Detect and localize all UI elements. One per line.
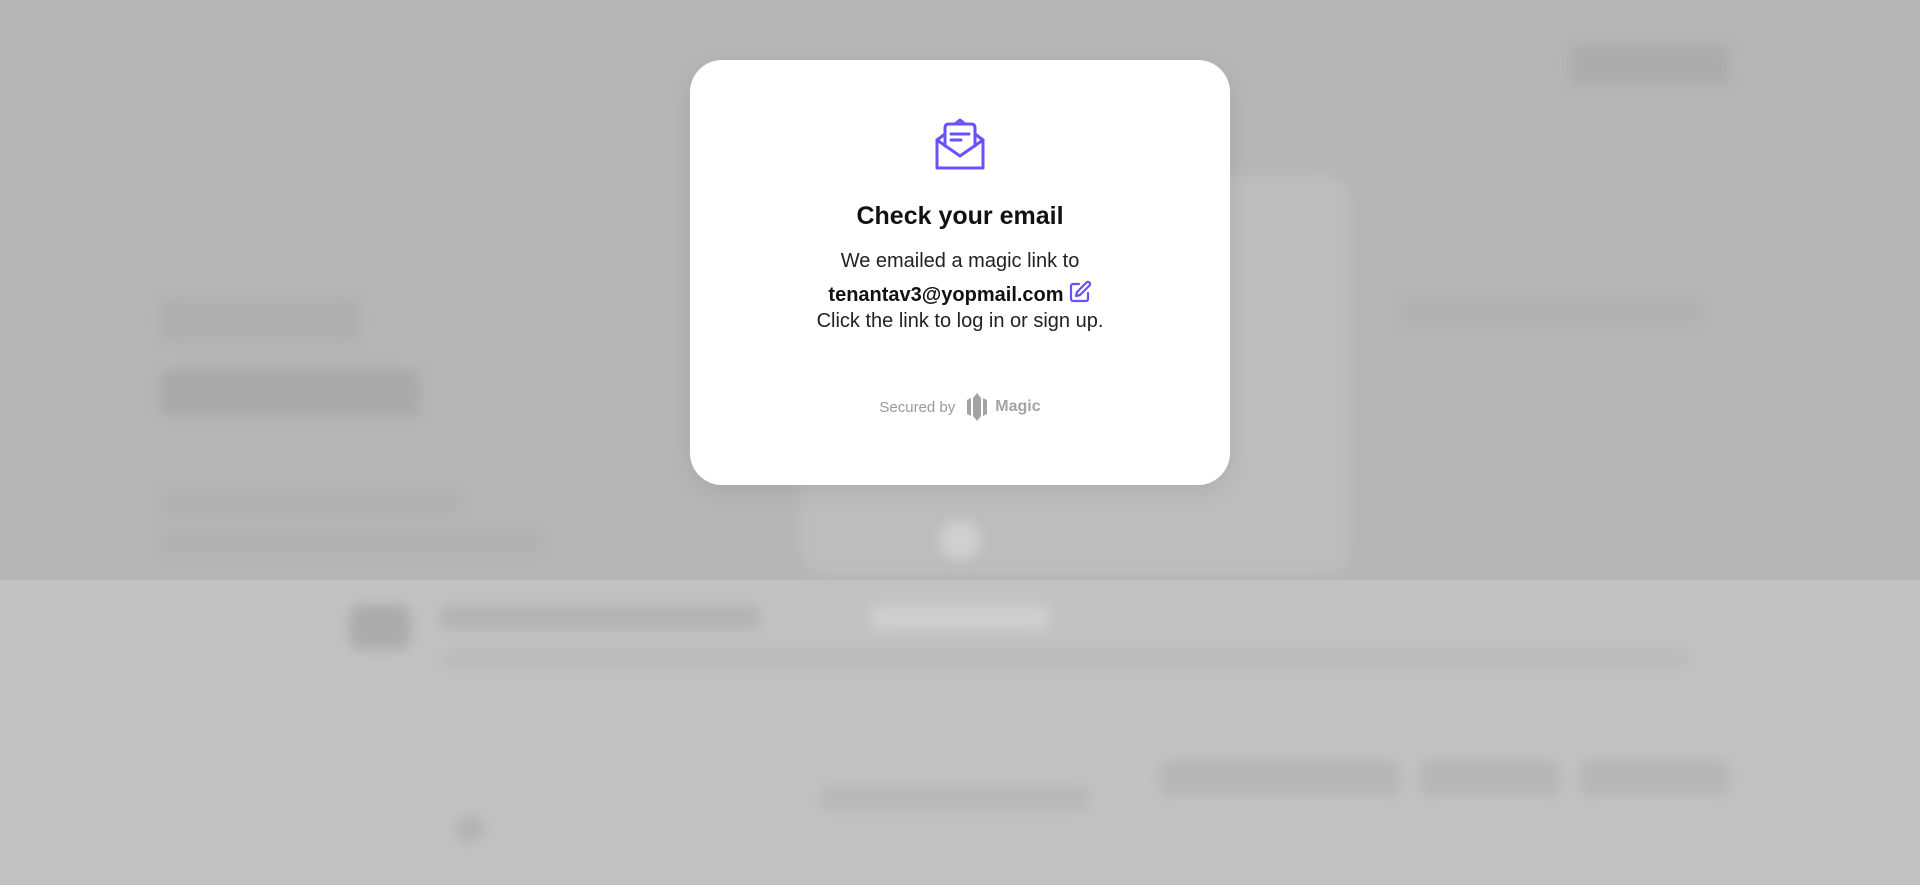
blurred-shape xyxy=(1580,760,1730,796)
secured-by-label: Secured by xyxy=(879,398,956,416)
blurred-shape xyxy=(160,300,360,340)
modal-title: Check your email xyxy=(856,202,1064,230)
check-email-modal: Check your email We emailed a magic link… xyxy=(690,60,1230,485)
blurred-shape xyxy=(870,605,1050,629)
blurred-shape xyxy=(820,785,1090,811)
blurred-shape xyxy=(1570,45,1730,85)
info-text: We emailed a magic link to xyxy=(840,250,1080,272)
magic-brand: Magic xyxy=(965,393,1041,421)
blurred-shape xyxy=(455,815,485,843)
blurred-shape xyxy=(440,650,1690,668)
edit-icon[interactable] xyxy=(1068,280,1092,304)
blurred-shape xyxy=(940,520,980,560)
secured-by-footer: Secured by Magic xyxy=(690,393,1230,421)
blurred-shape xyxy=(160,370,420,416)
email-line: tenantav3@yopmail.com xyxy=(690,280,1230,307)
blurred-shape xyxy=(160,490,460,514)
blurred-shape xyxy=(350,605,410,649)
magic-logo-icon xyxy=(967,393,988,421)
email-address: tenantav3@yopmail.com xyxy=(828,284,1064,306)
blurred-shape xyxy=(440,605,760,629)
magic-brand-name: Magic xyxy=(995,398,1041,415)
blurred-shape xyxy=(1400,300,1700,324)
blurred-shape xyxy=(160,530,540,554)
blurred-shape xyxy=(1160,760,1400,796)
blurred-shape xyxy=(1420,760,1560,796)
instruction-text: Click the link to log in or sign up. xyxy=(816,310,1104,332)
open-envelope-icon xyxy=(935,118,985,170)
